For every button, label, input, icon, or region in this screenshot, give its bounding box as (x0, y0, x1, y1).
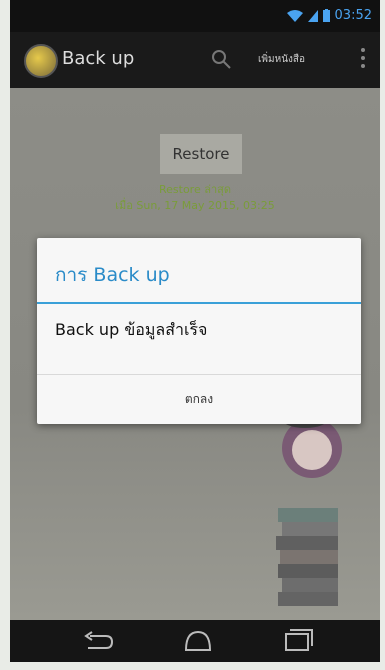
restore-button[interactable]: Restore (160, 134, 242, 174)
add-book-action[interactable]: เพิ่มหนังสือ (258, 52, 305, 67)
restore-status-line2: เมื่อ Sun, 17 May 2015, 03:25 (115, 199, 275, 212)
ok-button[interactable]: ตกลง (37, 375, 361, 424)
wifi-icon (286, 9, 303, 22)
navigation-bar (10, 620, 380, 662)
action-bar: Back up เพิ่มหนังสือ (10, 32, 380, 88)
app-icon[interactable] (24, 44, 58, 78)
status-bar: 03:52 (10, 0, 380, 32)
home-icon[interactable] (180, 628, 216, 654)
dialog-title: การ Back up (55, 264, 170, 286)
battery-icon (322, 9, 330, 22)
overflow-menu-icon[interactable] (360, 48, 366, 72)
dialog-divider (37, 302, 361, 304)
search-icon[interactable] (210, 48, 232, 70)
status-time: 03:52 (334, 8, 372, 23)
back-icon[interactable] (80, 628, 116, 654)
recent-apps-icon[interactable] (278, 628, 314, 654)
dialog-message: Back up ข้อมูลสำเร็จ (55, 320, 208, 339)
backup-dialog: การ Back up Back up ข้อมูลสำเร็จ ตกลง (37, 238, 361, 424)
status-icons: 03:52 (286, 8, 372, 23)
app-title: Back up (62, 48, 135, 69)
signal-icon (307, 9, 318, 22)
